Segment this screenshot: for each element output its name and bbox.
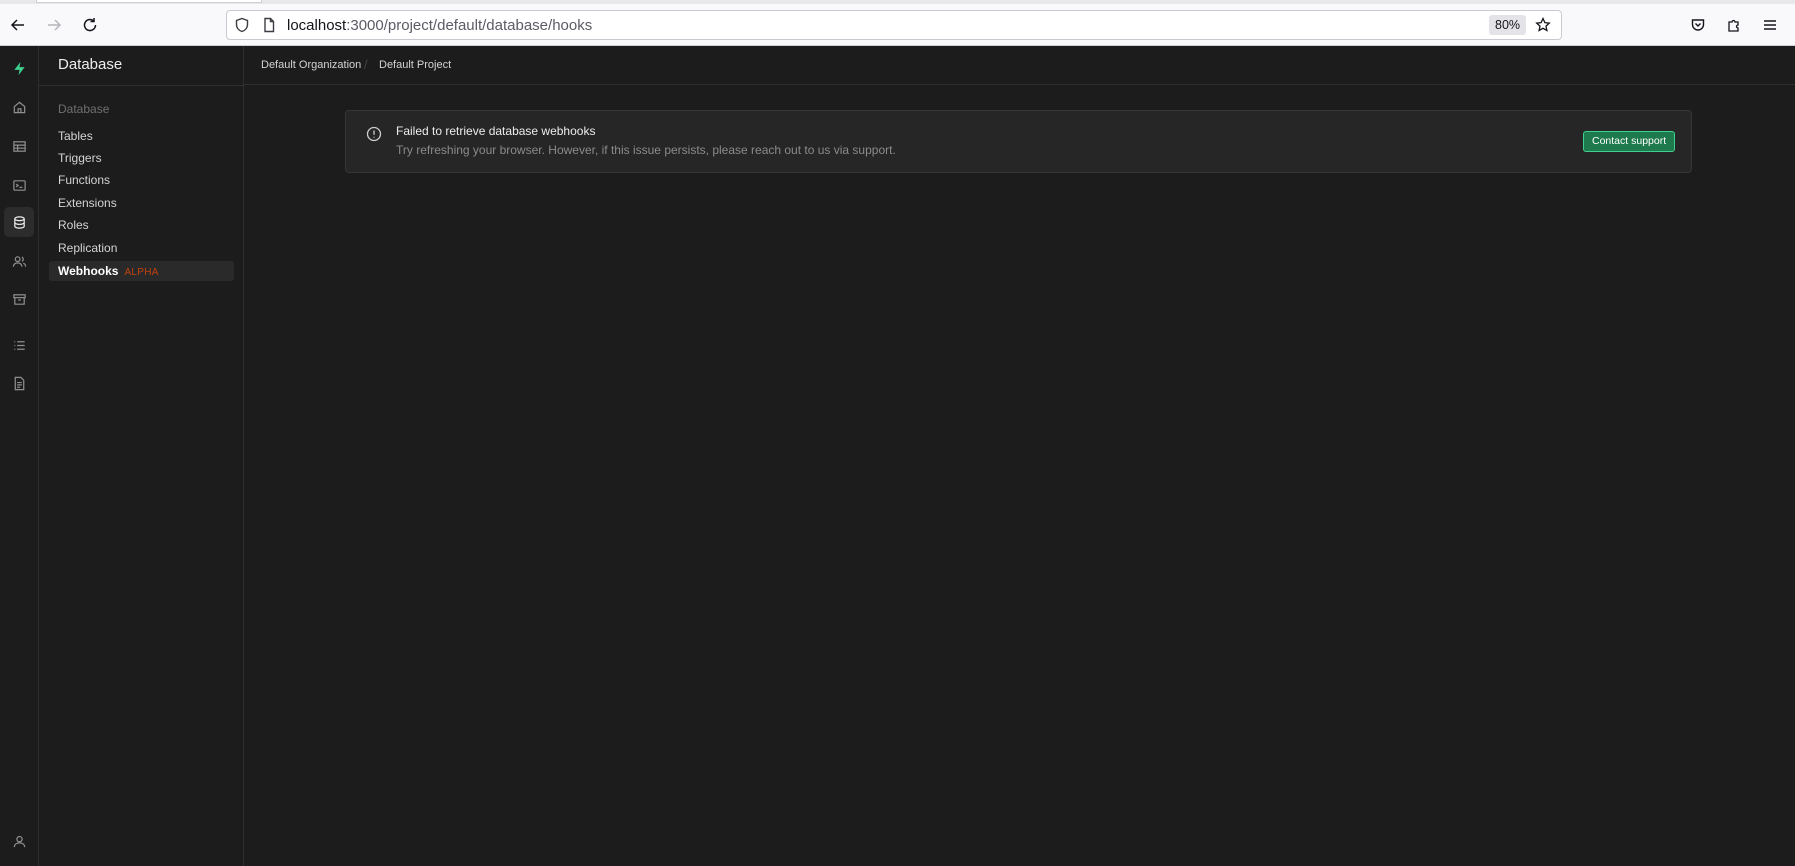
sidebar-item-triggers[interactable]: Triggers: [58, 151, 102, 165]
arrow-left-icon: [10, 19, 24, 31]
browser-toolbar: localhost:3000/project/default/database/…: [0, 4, 1795, 46]
sidebar-item-replication[interactable]: Replication: [58, 241, 117, 255]
menu-button[interactable]: [1757, 12, 1783, 38]
pocket-icon: [1691, 19, 1705, 31]
account-icon[interactable]: [4, 826, 34, 856]
extensions-button[interactable]: [1721, 12, 1747, 38]
alert-circle-icon: [366, 126, 382, 142]
active-tab[interactable]: [36, 0, 262, 3]
url-path: :3000/project/default/database/hooks: [346, 17, 593, 34]
sidebar-item-label: Webhooks: [58, 264, 119, 278]
address-bar[interactable]: localhost:3000/project/default/database/…: [226, 10, 1562, 40]
sidebar-item-extensions[interactable]: Extensions: [58, 196, 117, 210]
puzzle-icon: [1728, 19, 1739, 32]
nav-rail: [0, 46, 39, 866]
home-icon[interactable]: [4, 92, 34, 122]
logs-icon[interactable]: [4, 330, 34, 360]
error-alert: Failed to retrieve database webhooks Try…: [345, 110, 1692, 173]
sidebar-item-tables[interactable]: Tables: [58, 129, 93, 143]
database-sidebar: Database Database Tables Triggers Functi…: [39, 46, 244, 866]
alert-description: Try refreshing your browser. However, if…: [396, 143, 896, 157]
sidebar-divider: [39, 85, 243, 86]
alpha-badge: ALPHA: [124, 267, 159, 278]
sidebar-item-webhooks[interactable]: Webhooks ALPHA: [49, 261, 234, 281]
breadcrumb-separator: /: [364, 57, 368, 72]
contact-support-button[interactable]: Contact support: [1583, 131, 1676, 152]
logo-icon[interactable]: [4, 53, 34, 83]
sql-editor-icon[interactable]: [4, 170, 34, 200]
table-editor-icon[interactable]: [4, 131, 34, 161]
storage-icon[interactable]: [4, 284, 34, 314]
hamburger-icon: [1764, 20, 1776, 30]
shield-icon[interactable]: [234, 17, 250, 33]
database-icon[interactable]: [4, 207, 34, 237]
page-info-icon[interactable]: [261, 17, 277, 33]
pocket-button[interactable]: [1685, 12, 1711, 38]
reload-button[interactable]: [77, 12, 103, 38]
breadcrumb-organization[interactable]: Default Organization: [261, 59, 361, 71]
zoom-indicator[interactable]: 80%: [1489, 15, 1527, 35]
arrow-right-icon: [48, 19, 62, 31]
breadcrumb: Default Organization / Default Project: [244, 46, 1795, 85]
sidebar-title: Database: [58, 56, 123, 73]
sidebar-section-label: Database: [58, 102, 110, 116]
reload-icon: [83, 18, 97, 32]
forward-button[interactable]: [41, 12, 67, 38]
back-button[interactable]: [5, 12, 31, 38]
auth-users-icon[interactable]: [4, 246, 34, 276]
sidebar-item-roles[interactable]: Roles: [58, 218, 89, 232]
breadcrumb-project[interactable]: Default Project: [379, 59, 451, 71]
reports-icon[interactable]: [4, 368, 34, 398]
url-host: localhost: [287, 17, 347, 34]
bookmark-star-icon[interactable]: [1535, 16, 1551, 33]
url-text[interactable]: localhost:3000/project/default/database/…: [287, 17, 592, 34]
alert-title: Failed to retrieve database webhooks: [396, 124, 596, 138]
sidebar-item-functions[interactable]: Functions: [58, 173, 110, 187]
